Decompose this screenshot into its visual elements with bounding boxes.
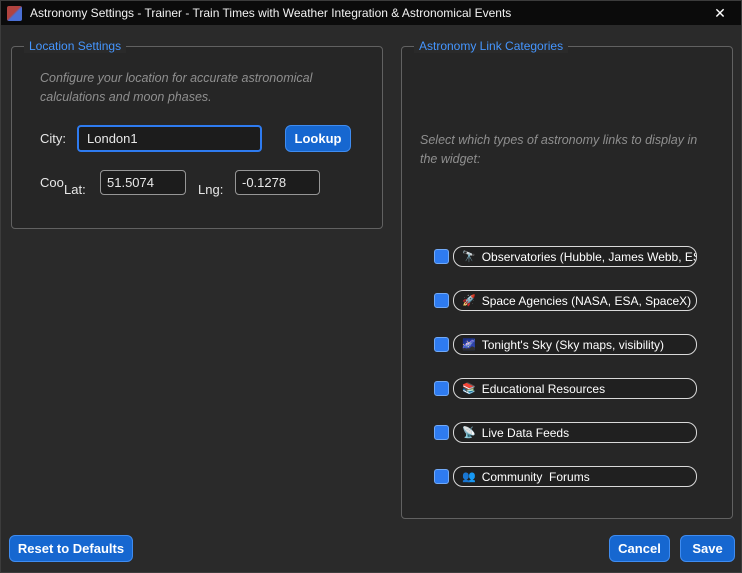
lat-input[interactable] <box>100 170 186 195</box>
category-row: 📡 Live Data Feeds <box>434 422 697 443</box>
reset-defaults-button[interactable]: Reset to Defaults <box>9 535 133 562</box>
category-row: 🌌 Tonight's Sky (Sky maps, visibility) <box>434 334 697 355</box>
city-input[interactable] <box>77 125 262 152</box>
astronomy-categories-group: Astronomy Link Categories Select which t… <box>401 46 733 519</box>
lat-label: Lat: <box>64 182 86 197</box>
location-settings-group: Location Settings Configure your locatio… <box>11 46 383 229</box>
category-icon: 📡 <box>462 426 476 439</box>
category-pill[interactable]: 👥 Community Forums <box>453 466 697 487</box>
category-pill[interactable]: 🚀 Space Agencies (NASA, ESA, SpaceX) <box>453 290 697 311</box>
settings-window: Astronomy Settings - Trainer - Train Tim… <box>0 0 742 573</box>
titlebar: Astronomy Settings - Trainer - Train Tim… <box>1 1 741 25</box>
lng-input[interactable] <box>235 170 320 195</box>
category-row: 🚀 Space Agencies (NASA, ESA, SpaceX) <box>434 290 697 311</box>
category-icon: 📚 <box>462 382 476 395</box>
category-label: Tonight's Sky (Sky maps, visibility) <box>482 338 664 352</box>
category-checkbox[interactable] <box>434 469 449 484</box>
app-icon <box>7 6 22 21</box>
category-row: 🔭 Observatories (Hubble, James Webb, ESO… <box>434 246 697 267</box>
category-list: 🔭 Observatories (Hubble, James Webb, ESO… <box>434 246 697 487</box>
category-label: Educational Resources <box>482 382 605 396</box>
window-title: Astronomy Settings - Trainer - Train Tim… <box>30 6 511 20</box>
cancel-button[interactable]: Cancel <box>609 535 670 562</box>
lookup-button[interactable]: Lookup <box>285 125 351 152</box>
city-label: City: <box>40 131 66 146</box>
category-checkbox[interactable] <box>434 425 449 440</box>
category-icon: 🌌 <box>462 338 476 351</box>
category-pill[interactable]: 📚 Educational Resources <box>453 378 697 399</box>
category-pill[interactable]: 📡 Live Data Feeds <box>453 422 697 443</box>
category-pill[interactable]: 🔭 Observatories (Hubble, James Webb, ESO… <box>453 246 697 267</box>
category-label: Space Agencies (NASA, ESA, SpaceX) <box>482 294 691 308</box>
category-label: Live Data Feeds <box>482 426 569 440</box>
category-icon: 🔭 <box>462 250 476 263</box>
coordinates-label: Coo <box>40 175 64 190</box>
category-pill[interactable]: 🌌 Tonight's Sky (Sky maps, visibility) <box>453 334 697 355</box>
close-icon[interactable]: ✕ <box>705 2 735 24</box>
category-icon: 👥 <box>462 470 476 483</box>
category-checkbox[interactable] <box>434 381 449 396</box>
lng-label: Lng: <box>198 182 223 197</box>
category-icon: 🚀 <box>462 294 476 307</box>
category-row: 👥 Community Forums <box>434 466 697 487</box>
categories-description: Select which types of astronomy links to… <box>420 131 716 170</box>
category-label: Community Forums <box>482 470 590 484</box>
astronomy-categories-title: Astronomy Link Categories <box>414 39 568 53</box>
category-checkbox[interactable] <box>434 249 449 264</box>
location-description: Configure your location for accurate ast… <box>40 69 352 108</box>
category-label: Observatories (Hubble, James Webb, ESO) <box>482 250 697 264</box>
category-row: 📚 Educational Resources <box>434 378 697 399</box>
save-button[interactable]: Save <box>680 535 735 562</box>
category-checkbox[interactable] <box>434 293 449 308</box>
location-settings-title: Location Settings <box>24 39 126 53</box>
category-checkbox[interactable] <box>434 337 449 352</box>
